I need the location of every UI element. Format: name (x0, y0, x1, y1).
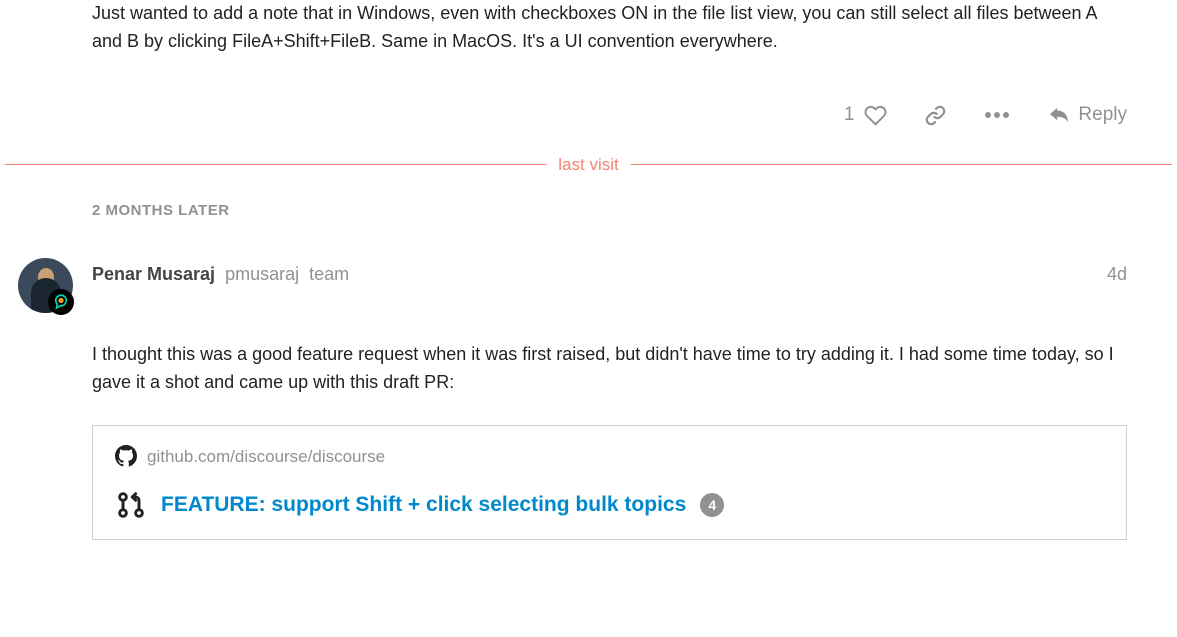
post-content: I thought this was a good feature reques… (92, 341, 1127, 540)
like-count: 1 (844, 101, 855, 130)
like-button[interactable]: 1 (844, 101, 888, 130)
onebox-source-text: github.com/discourse/discourse (147, 444, 385, 470)
onebox-github: github.com/discourse/discourse (92, 425, 1127, 541)
onebox-title-row: FEATURE: support Shift + click selecting… (115, 489, 1104, 521)
post-content: Just wanted to add a note that in Window… (92, 0, 1127, 129)
post-text: Just wanted to add a note that in Window… (92, 0, 1127, 56)
post-meta: Penar Musaraj pmusaraj team 4d (92, 258, 1177, 288)
github-icon (115, 445, 137, 467)
reply-label: Reply (1078, 101, 1127, 130)
post-age[interactable]: 4d (1107, 261, 1127, 288)
onebox-source[interactable]: github.com/discourse/discourse (115, 444, 1104, 470)
onebox-title-link[interactable]: FEATURE: support Shift + click selecting… (161, 489, 686, 521)
last-visit-divider: last visit (5, 164, 1172, 165)
reply-button[interactable]: Reply (1048, 101, 1127, 130)
time-gap: 2 MONTHS LATER (92, 200, 1177, 223)
author-group-badge[interactable]: team (309, 261, 349, 288)
post-text: I thought this was a good feature reques… (92, 341, 1127, 397)
reply-arrow-icon (1048, 106, 1070, 124)
divider-label: last visit (546, 152, 630, 178)
author-name[interactable]: Penar Musaraj (92, 261, 215, 288)
onebox-click-count: 4 (700, 493, 724, 517)
author-username[interactable]: pmusaraj (225, 261, 299, 288)
avatar-flair-icon (48, 289, 74, 315)
post-actions: 1 Rep (92, 101, 1127, 130)
avatar-column (0, 258, 92, 313)
link-icon[interactable] (925, 105, 946, 126)
more-icon[interactable] (984, 111, 1010, 119)
heart-icon (864, 104, 887, 127)
git-pull-request-icon (115, 489, 147, 521)
post-header: Penar Musaraj pmusaraj team 4d (0, 258, 1177, 313)
